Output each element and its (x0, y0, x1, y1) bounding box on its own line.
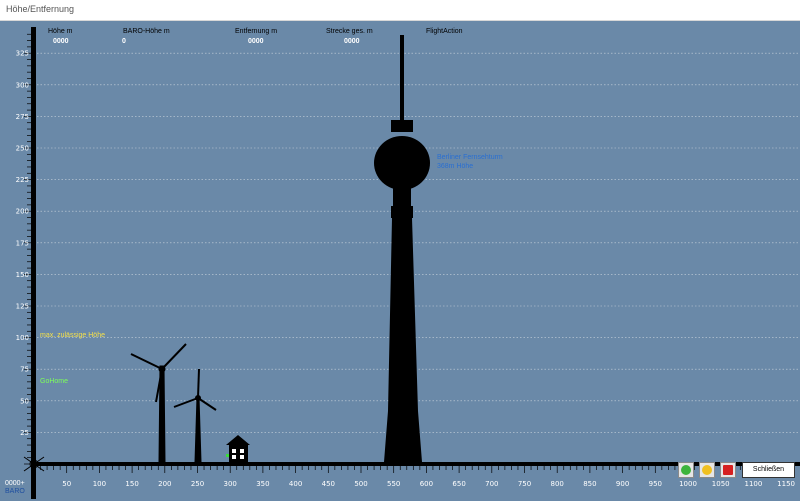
stop-icon (723, 465, 733, 475)
x-tick-label: 600 (420, 480, 433, 488)
header-entfernung-value: 0000 (248, 38, 264, 45)
x-tick-label: 900 (616, 480, 629, 488)
x-tick-label: 150 (125, 480, 138, 488)
x-tick-label: 700 (485, 480, 498, 488)
y-tick-label: 275 (16, 113, 29, 121)
header-strecke-label: Strecke ges. m (326, 28, 373, 35)
window-title: Höhe/Entfernung (6, 4, 75, 14)
x-tick-label: 500 (354, 480, 367, 488)
y-tick-label: 150 (16, 271, 29, 279)
tower-height-label: 368m Höhe (437, 163, 474, 170)
x-tick-label: 50 (62, 480, 71, 488)
y-tick-label: 200 (16, 208, 29, 216)
wind-turbine-small (173, 368, 217, 463)
y-tick-label: 325 (16, 50, 29, 58)
x-tick-label: 1100 (744, 480, 762, 488)
x-tick-label: 1150 (777, 480, 795, 488)
home-house-icon (226, 435, 250, 462)
baro-axis-label: BARO (5, 488, 25, 495)
x-tick-label: 300 (224, 480, 237, 488)
header-hoehe-label: Höhe m (48, 28, 73, 35)
x-tick-label: 1050 (712, 480, 730, 488)
pause-button[interactable] (699, 462, 715, 478)
x-axis-labels: 50 100 150 200 250 300 350 400 450 500 550 600 650 70… (62, 480, 795, 488)
y-tick-label: 50 (20, 397, 29, 405)
altitude-chart-svg: 325 300 275 250 225 200 175 150 125 100 75 50 25 50 1… (16, 27, 800, 499)
header-entfernung-label: Entfernung m (235, 28, 278, 35)
header-flightaction-label: FlightAction (426, 28, 463, 35)
y-tick-label: 25 (20, 429, 29, 437)
y-tick-label: 75 (20, 366, 29, 374)
x-tick-label: 350 (256, 480, 269, 488)
x-tick-label: 250 (191, 480, 204, 488)
y-axis-labels: 325 300 275 250 225 200 175 150 125 100 75 50 25 (16, 50, 29, 437)
play-icon (681, 465, 691, 475)
tv-tower-silhouette (374, 35, 430, 462)
y-tick-label: 175 (16, 239, 29, 247)
window-titlebar: Höhe/Entfernung (0, 0, 800, 21)
header-baro-label: BARO-Höhe m (123, 28, 170, 35)
x-tick-label: 850 (583, 480, 596, 488)
y-tick-label: 300 (16, 81, 29, 89)
header-strecke-value: 0000 (344, 38, 360, 45)
y-tick-label: 100 (16, 334, 29, 342)
x-tick-label: 1000 (679, 480, 697, 488)
x-tick-label: 750 (518, 480, 531, 488)
tower-name-label: Berliner Fernsehturm (437, 154, 503, 161)
gohome-label: GoHome (40, 378, 69, 385)
close-button[interactable]: Schließen (742, 462, 795, 478)
max-height-label: max. zulässige Höhe (40, 332, 105, 339)
y-tick-label: 125 (16, 303, 29, 311)
x-tick-label: 450 (322, 480, 335, 488)
origin-label: 0000+ (5, 480, 25, 487)
y-axis-bar (31, 27, 36, 499)
x-tick-label: 800 (551, 480, 564, 488)
stop-button[interactable] (720, 462, 736, 478)
play-button[interactable] (678, 462, 694, 478)
pause-icon (702, 465, 712, 475)
wind-turbine-large (130, 343, 187, 463)
y-tick-label: 225 (16, 176, 29, 184)
grid-lines (37, 52, 800, 433)
altitude-plot: 325 300 275 250 225 200 175 150 125 100 75 50 25 50 1… (0, 21, 800, 501)
y-tick-label: 250 (16, 145, 29, 153)
x-tick-label: 400 (289, 480, 302, 488)
x-tick-label: 950 (649, 480, 662, 488)
header-hoehe-value: 0000 (53, 38, 69, 45)
header-baro-value: 0 (122, 38, 126, 45)
x-tick-label: 200 (158, 480, 171, 488)
x-tick-label: 650 (452, 480, 465, 488)
x-tick-label: 550 (387, 480, 400, 488)
x-tick-label: 100 (93, 480, 106, 488)
